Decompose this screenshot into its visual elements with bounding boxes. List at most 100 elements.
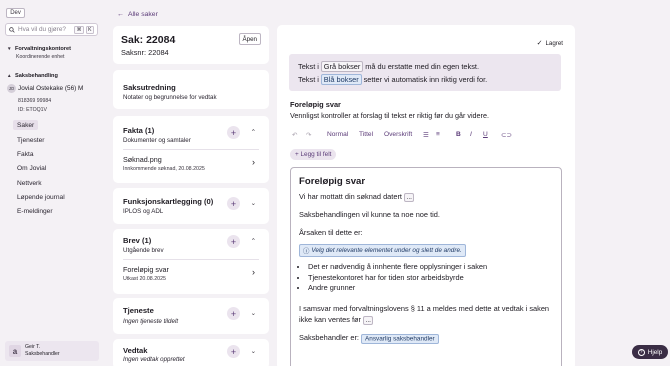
- hint-text: Velg det relevante elementet under og sl…: [311, 247, 462, 254]
- chevron-up-icon[interactable]: ⌃: [251, 128, 256, 136]
- section-subtitle: IPLOS og ADL: [123, 208, 164, 215]
- grey-placeholder[interactable]: ...: [363, 315, 374, 325]
- fakta-item-soknad[interactable]: Søknad.png Innkommende søknad, 20.08.202…: [123, 149, 259, 174]
- section-admin-title: Forvaltningskontoret: [15, 46, 71, 52]
- back-link[interactable]: ← Alle saker: [117, 11, 158, 18]
- reason-list: Det er nødvendig å innhente flere opplys…: [308, 262, 487, 294]
- doc-paragraph: I samsvar med forvaltningslovens § 11 a …: [299, 304, 549, 326]
- sidebar-item-fakta[interactable]: Fakta: [13, 149, 38, 159]
- search-input[interactable]: Hva vil du gjøre? ⌘ K: [5, 23, 98, 36]
- case-header-card: Sak: 22084 Saksnr: 22084 Åpen: [113, 26, 269, 64]
- chevron-up-icon: ▴: [8, 73, 11, 79]
- help-label: Hjelp: [647, 348, 663, 356]
- saved-label: Lagret: [545, 39, 563, 47]
- format-heading-button[interactable]: Overskrift: [384, 131, 412, 138]
- bullet-list-icon[interactable]: ☰: [423, 131, 429, 139]
- list-item: Andre grunner: [308, 283, 487, 294]
- add-field-button[interactable]: + Legg til felt: [290, 149, 337, 160]
- section-title: Brev (1): [123, 236, 152, 245]
- status-badge[interactable]: Åpen: [238, 33, 261, 45]
- user-role: Saksbehandler: [25, 351, 60, 357]
- chevron-down-icon[interactable]: ⌄: [251, 199, 256, 207]
- format-normal-button[interactable]: Normal: [327, 131, 348, 138]
- doc-paragraph: Saksbehandler er: Ansvarlig saksbehandle…: [299, 333, 439, 345]
- grey-placeholder[interactable]: ...: [404, 193, 415, 202]
- section-saksutredning[interactable]: Saksutredning Notater og begrunnelse for…: [113, 70, 269, 109]
- chevron-up-icon[interactable]: ⌃: [251, 237, 256, 245]
- sidebar-item-tjenester[interactable]: Tjenester: [13, 135, 49, 145]
- undo-icon[interactable]: ↶: [292, 131, 298, 139]
- user-card[interactable]: a Geir T. Saksbehandler: [5, 341, 99, 361]
- underline-icon[interactable]: U: [483, 131, 488, 138]
- section-subtitle: Ingen vedtak opprettet: [123, 356, 185, 363]
- add-brev-button[interactable]: +: [227, 235, 240, 248]
- section-funksjonskartlegging: Funksjonskartlegging (0) IPLOS og ADL + …: [113, 188, 269, 224]
- doc-text: I samsvar med forvaltningslovens § 11 a …: [299, 304, 550, 313]
- check-icon: ✓: [536, 40, 543, 47]
- section-brev: Brev (1) Utgående brev + ⌃ Foreløpig sva…: [113, 229, 269, 294]
- blue-box-tag: Blå bokser: [321, 74, 362, 85]
- redo-icon[interactable]: ↷: [306, 131, 312, 139]
- choose-element-hint[interactable]: ⓘ Velg det relevante elementet under og …: [299, 244, 466, 257]
- sidebar-item-nettverk[interactable]: Nettverk: [13, 178, 46, 188]
- item-title: Foreløpig svar: [123, 265, 169, 274]
- chevron-right-icon: ›: [252, 157, 255, 167]
- list-item: Det er nødvendig å innhente flere opplys…: [308, 262, 487, 273]
- item-meta: Utkast 20.08.2025: [123, 276, 166, 282]
- sidebar-item-om-jovial[interactable]: Om Jovial: [13, 163, 50, 173]
- brev-item-forelopig-svar[interactable]: Foreløpig svar Utkast 20.08.2025 ›: [123, 259, 259, 284]
- sidebar-item-lopende-journal[interactable]: Løpende journal: [13, 192, 69, 202]
- item-meta: Innkommende søknad, 20.08.2025: [123, 166, 205, 172]
- signer-tag: Ansvarlig saksbehandler: [361, 333, 439, 344]
- format-title-button[interactable]: Tittel: [359, 131, 373, 138]
- section-title: Fakta (1): [123, 126, 155, 135]
- bold-icon[interactable]: B: [456, 131, 461, 138]
- info-box: Tekst i Grå bokser må du erstatte med di…: [289, 54, 561, 91]
- section-title: Funksjonskartlegging (0): [123, 197, 214, 206]
- section-subtitle: Utgående brev: [123, 247, 164, 254]
- section-case-toggle[interactable]: ▴ Saksbehandling: [8, 73, 58, 79]
- doc-paragraph: Årsaken til dette er:: [299, 228, 363, 237]
- add-fakta-button[interactable]: +: [227, 126, 240, 139]
- person-name: Jovial Ostekake (56) M: [18, 85, 84, 92]
- numbered-list-icon[interactable]: ≡: [436, 131, 440, 138]
- document-editor[interactable]: Foreløpig svar Vi har mottatt din søknad…: [290, 167, 562, 366]
- editor-subtitle: Vennligst kontroller at forslag til teks…: [290, 111, 489, 120]
- user-name: Geir T.: [25, 344, 41, 350]
- section-tjeneste: Tjeneste Ingen tjeneste tildelt + ⌄: [113, 298, 269, 334]
- help-button[interactable]: ? Hjelp: [632, 345, 668, 359]
- back-link-label: Alle saker: [128, 11, 158, 18]
- section-admin-toggle[interactable]: ▾ Forvaltningskontoret: [8, 46, 71, 52]
- list-item: Tjenestekontoret har for tiden stor arbe…: [308, 273, 487, 284]
- info-line-blue: Tekst i Blå bokser setter vi automatisk …: [298, 73, 552, 86]
- chevron-down-icon: ▾: [8, 46, 11, 52]
- org-logo-icon: a: [9, 345, 21, 357]
- sidebar-item-saker[interactable]: Saker: [13, 120, 39, 130]
- add-tjeneste-button[interactable]: +: [227, 307, 240, 320]
- search-placeholder: Hva vil du gjøre?: [18, 26, 66, 33]
- chevron-down-icon[interactable]: ⌄: [251, 347, 256, 355]
- doc-paragraph: Vi har mottatt din søknad datert ...: [299, 192, 415, 204]
- info-text: Tekst i: [298, 75, 321, 84]
- editor-title: Foreløpig svar: [290, 100, 341, 109]
- sidebar-item-e-meldinger[interactable]: E-meldinger: [13, 206, 57, 216]
- section-title: Saksutredning: [123, 83, 176, 92]
- section-subtitle: Dokumenter og samtaler: [123, 137, 191, 144]
- section-vedtak: Vedtak Ingen vedtak opprettet + ⌄: [113, 339, 269, 366]
- add-vedtak-button[interactable]: +: [227, 345, 240, 358]
- arrow-left-icon: ←: [117, 11, 124, 18]
- italic-icon[interactable]: I: [470, 131, 472, 138]
- info-text: Tekst i: [298, 62, 321, 71]
- add-funksjon-button[interactable]: +: [227, 197, 240, 210]
- person-id-number: 818369 99984: [18, 98, 52, 104]
- shortcut-key-cmd: ⌘: [74, 25, 85, 34]
- person-short-id: ID: ETOQ1V: [18, 107, 48, 113]
- doc-text: ikke kan ventes før: [299, 314, 362, 324]
- link-icon[interactable]: ⊂⊃: [501, 131, 512, 139]
- doc-paragraph: Saksbehandlingen vil kunne ta noe noe ti…: [299, 210, 440, 219]
- person-header[interactable]: JO Jovial Ostekake (56) M: [7, 84, 83, 93]
- doc-text: Saksbehandler er:: [299, 333, 359, 342]
- doc-heading: Foreløpig svar: [299, 176, 366, 187]
- item-title: Søknad.png: [123, 155, 162, 164]
- chevron-down-icon[interactable]: ⌄: [251, 309, 256, 317]
